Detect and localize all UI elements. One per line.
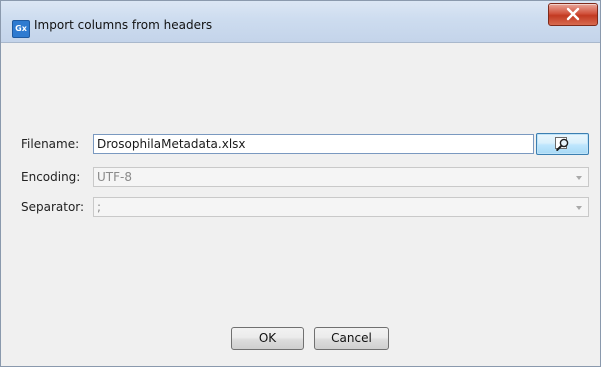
encoding-select[interactable]: UTF-8 xyxy=(93,167,589,187)
chevron-down-icon xyxy=(576,206,582,210)
cancel-button[interactable]: Cancel xyxy=(314,327,389,350)
chevron-down-icon xyxy=(576,176,582,180)
browse-button[interactable] xyxy=(536,133,589,155)
ok-button[interactable]: OK xyxy=(231,327,304,350)
encoding-value: UTF-8 xyxy=(97,170,132,184)
dialog-window: Gx Import columns from headers Filename:… xyxy=(0,0,601,367)
separator-label: Separator: xyxy=(21,200,85,214)
app-icon: Gx xyxy=(12,20,30,38)
filename-field[interactable]: DrosophilaMetadata.xlsx xyxy=(93,134,534,154)
dialog-title: Import columns from headers xyxy=(34,18,213,32)
close-icon xyxy=(566,7,580,21)
separator-select[interactable]: ; xyxy=(93,197,589,217)
close-button[interactable] xyxy=(548,3,598,26)
dialog-body: Filename: DrosophilaMetadata.xlsx Encodi… xyxy=(9,43,592,359)
magnifier-icon xyxy=(555,137,569,151)
separator-value: ; xyxy=(97,200,102,214)
title-bar[interactable]: Gx Import columns from headers xyxy=(1,1,600,43)
encoding-label: Encoding: xyxy=(21,170,81,184)
filename-label: Filename: xyxy=(21,137,80,151)
